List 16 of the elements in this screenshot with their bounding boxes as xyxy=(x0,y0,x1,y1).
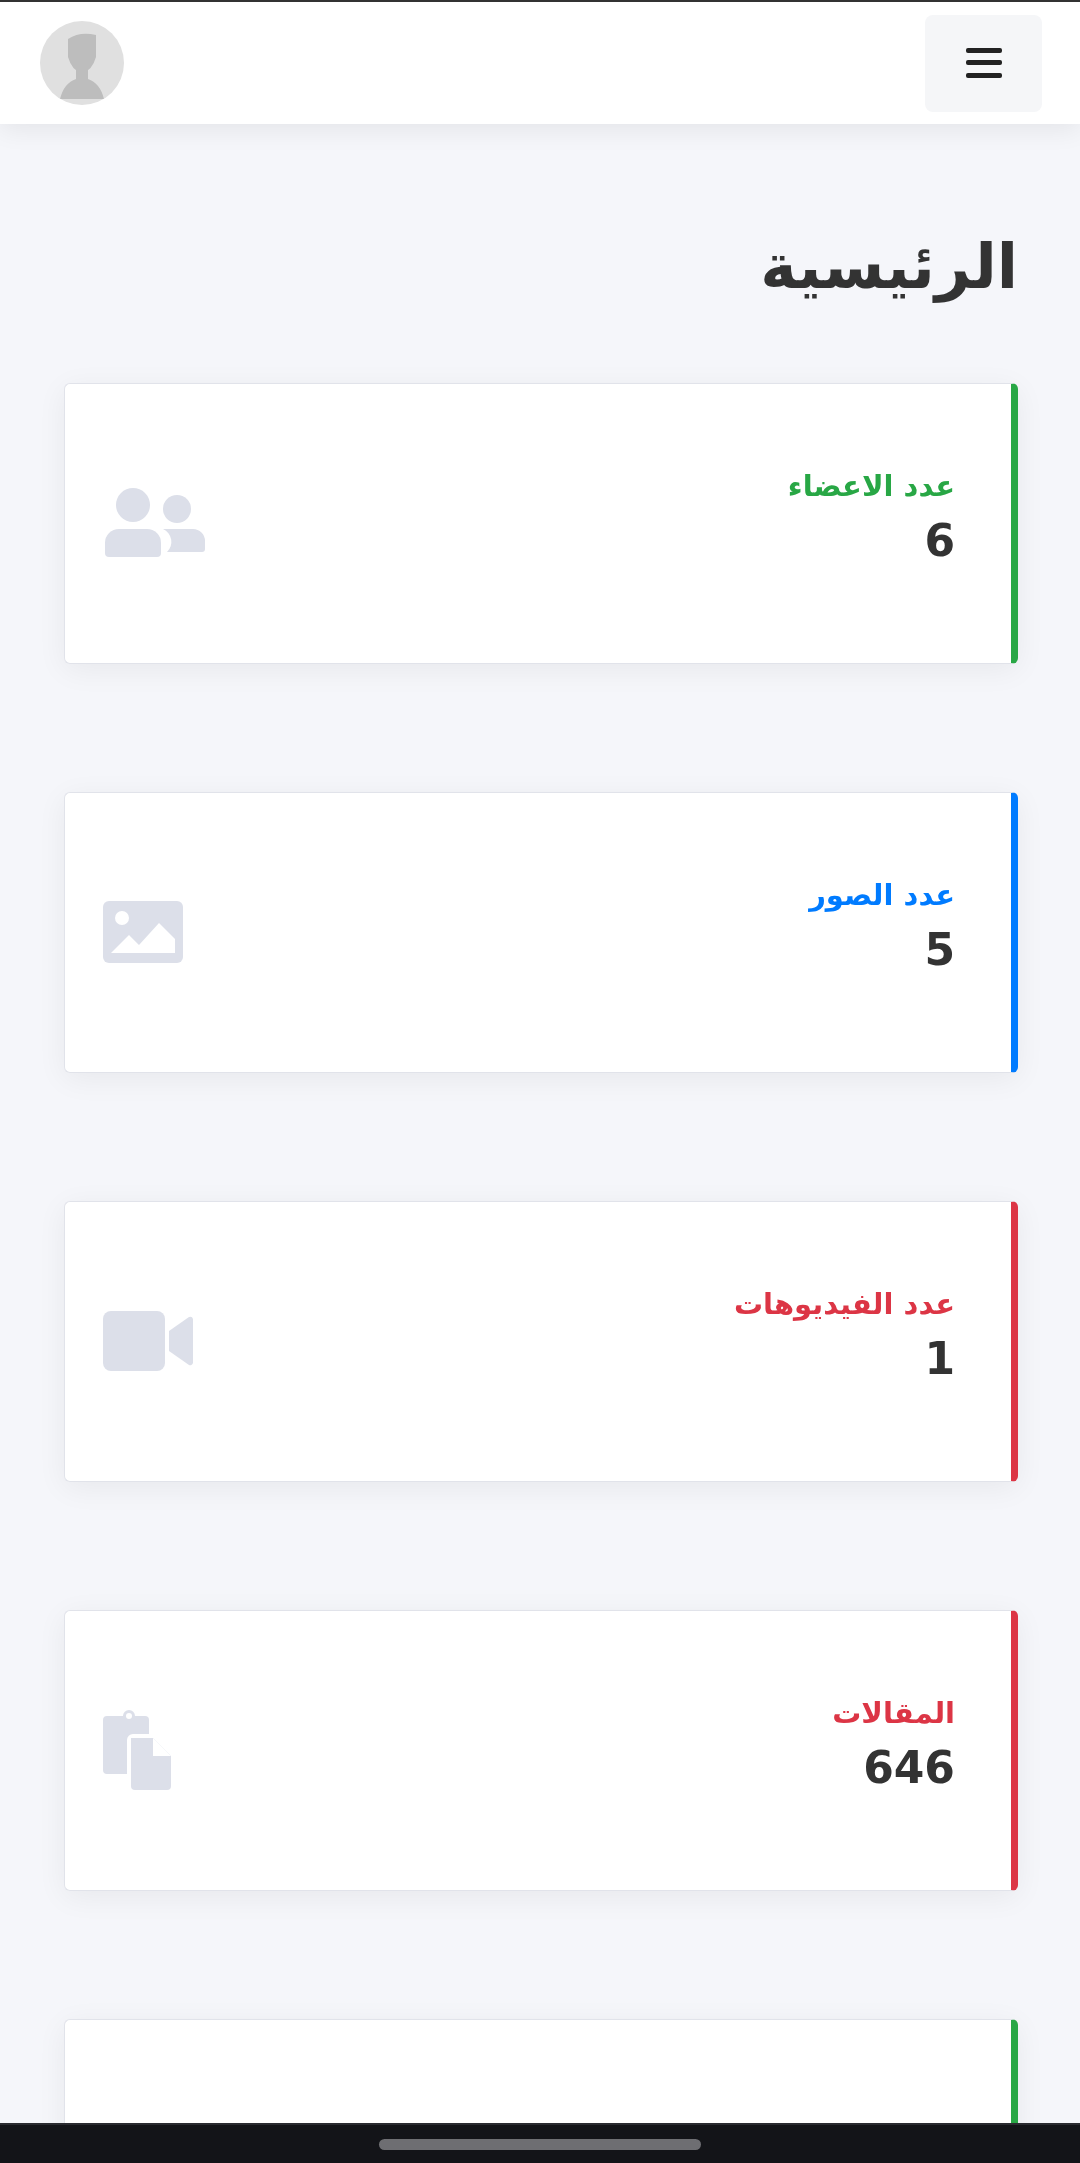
menu-button[interactable] xyxy=(925,14,1042,112)
stat-label: عدد الاعضاء xyxy=(787,467,955,505)
stat-value: 646 xyxy=(862,1742,955,1796)
page-title: الرئيسية xyxy=(759,229,1018,305)
documents-icon xyxy=(103,1710,173,1791)
image-icon xyxy=(103,901,183,964)
menu-icon xyxy=(965,48,1002,78)
stat-value: 1 xyxy=(923,1333,955,1387)
stat-label: عدد الفيديوهات xyxy=(733,1285,955,1323)
stat-label: المقالات xyxy=(832,1694,955,1732)
stat-value: 6 xyxy=(923,515,955,569)
stat-label: عدد الصور xyxy=(809,876,955,914)
video-camera-icon xyxy=(103,1311,193,1372)
users-icon xyxy=(103,487,207,560)
stat-value: 5 xyxy=(923,924,955,978)
home-indicator[interactable] xyxy=(379,2138,701,2150)
